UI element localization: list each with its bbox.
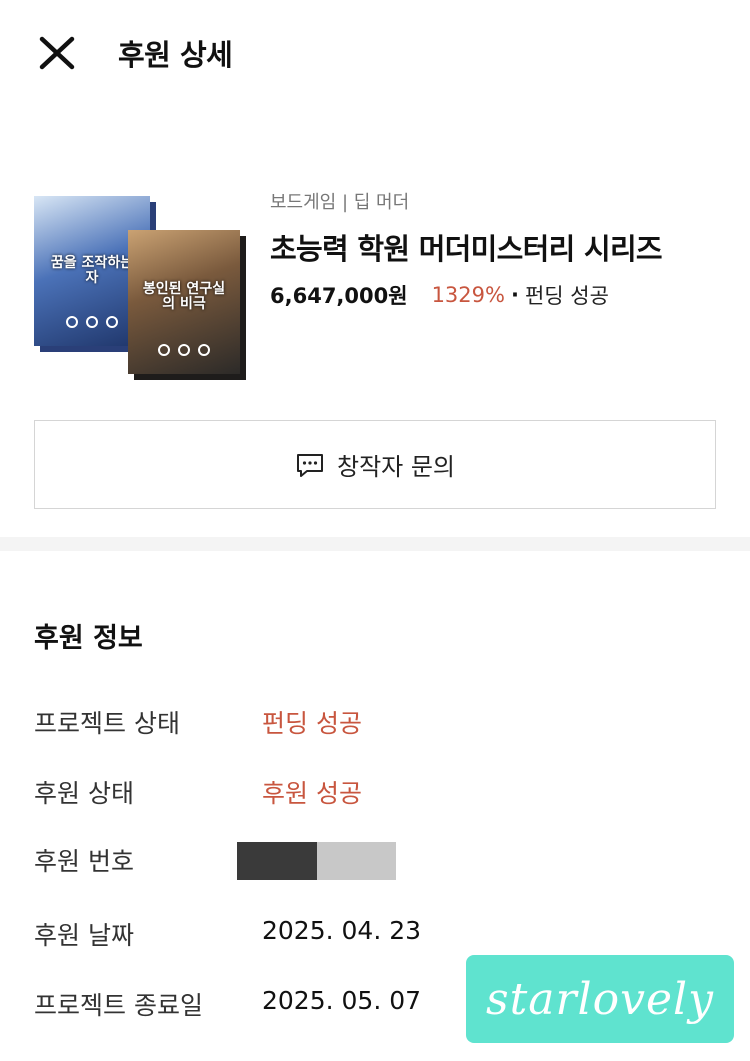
badge-icon — [106, 316, 118, 328]
info-row-project-status: 프로젝트 상태 펀딩 성공 — [34, 704, 724, 744]
close-icon — [39, 36, 75, 70]
redacted-support-number — [237, 842, 396, 880]
project-percent: 1329% — [431, 283, 505, 307]
badge-icon — [158, 344, 170, 356]
page-title: 후원 상세 — [118, 38, 233, 72]
info-row-support-number: 후원 번호 — [34, 842, 724, 882]
badge-icon — [86, 316, 98, 328]
info-row-support-status: 후원 상태 후원 성공 — [34, 774, 724, 814]
support-info-title: 후원 정보 — [34, 623, 143, 654]
project-stats: 6,647,000원 1329% · 펀딩 성공 — [270, 280, 609, 310]
watermark-badge: starlovely — [466, 955, 734, 1043]
watermark-text: starlovely — [486, 973, 714, 1025]
info-label: 프로젝트 상태 — [34, 709, 180, 738]
info-row-support-date: 후원 날짜 2025. 04. 23 — [34, 916, 724, 956]
info-label: 후원 번호 — [34, 847, 134, 876]
section-divider — [0, 537, 750, 551]
info-label: 후원 상태 — [34, 779, 134, 808]
chat-bubble-icon — [296, 453, 323, 477]
cover-box-dark: 봉인된 연구실의 비극 — [128, 230, 240, 374]
project-card[interactable]: 꿈을 조작하는 자 봉인된 연구실의 비극 보드게임 | 딥 머더 초능력 학원… — [32, 178, 722, 388]
info-label: 프로젝트 종료일 — [34, 991, 203, 1020]
project-amount: 6,647,000원 — [270, 284, 408, 308]
project-cover-image[interactable]: 꿈을 조작하는 자 봉인된 연구실의 비극 — [32, 178, 242, 388]
badge-icon — [198, 344, 210, 356]
badge-icon — [66, 316, 78, 328]
project-category[interactable]: 보드게임 | 딥 머더 — [270, 188, 409, 214]
info-value: 2025. 05. 07 — [262, 986, 422, 1015]
header: 후원 상세 — [0, 0, 750, 104]
info-label: 후원 날짜 — [34, 921, 134, 950]
cover-box2-title: 봉인된 연구실의 비극 — [142, 281, 226, 313]
info-value: 2025. 04. 23 — [262, 916, 422, 945]
creator-inquiry-button[interactable]: 창작자 문의 — [34, 420, 716, 509]
badge-icon — [178, 344, 190, 356]
project-title[interactable]: 초능력 학원 머더미스터리 시리즈 — [270, 226, 663, 268]
creator-inquiry-label: 창작자 문의 — [336, 453, 456, 481]
close-button[interactable] — [34, 32, 80, 74]
info-value: 후원 성공 — [262, 779, 362, 808]
stats-separator: · — [510, 283, 519, 307]
info-value: 펀딩 성공 — [262, 709, 362, 738]
cover-box1-title: 꿈을 조작하는 자 — [50, 255, 134, 287]
project-funding-status: 펀딩 성공 — [524, 284, 609, 308]
